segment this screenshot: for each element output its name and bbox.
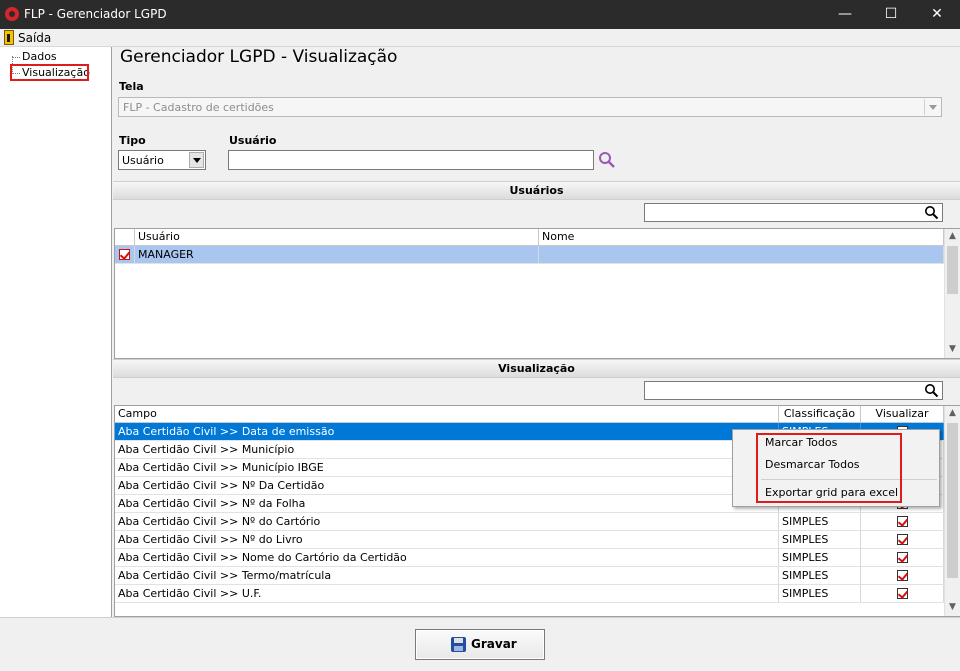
- scroll-thumb[interactable]: [947, 246, 958, 294]
- visualizar-checkbox[interactable]: [897, 570, 908, 581]
- usuarios-grid: Usuário Nome MANAGER ▲ ▼: [114, 228, 960, 359]
- floppy-disk-icon: [451, 637, 466, 652]
- minimize-button[interactable]: —: [822, 0, 868, 29]
- visualizar-checkbox[interactable]: [897, 552, 908, 563]
- table-row[interactable]: Aba Certidão Civil >> Termo/matrícula SIM…: [115, 567, 944, 585]
- cell-campo: Aba Certidão Civil >> Nome do Cartório d…: [115, 549, 779, 566]
- visualizar-checkbox[interactable]: [897, 516, 908, 527]
- cell-nome: [539, 246, 944, 263]
- scroll-up-icon[interactable]: ▲: [945, 406, 960, 421]
- cell-campo: Aba Certidão Civil >> Nº do Cartório: [115, 513, 779, 530]
- tipo-select-value: Usuário: [122, 154, 164, 167]
- usuario-label: Usuário: [229, 134, 277, 147]
- cell-classificacao: SIMPLES: [779, 549, 861, 566]
- cell-campo: Aba Certidão Civil >> Nº da Folha: [115, 495, 779, 512]
- usuarios-search-input[interactable]: [644, 203, 943, 222]
- cell-visualizar: [861, 549, 944, 566]
- row-checkbox-cell: [115, 246, 135, 263]
- usuarios-section-title: Usuários: [509, 184, 564, 197]
- scroll-down-icon[interactable]: ▼: [945, 342, 960, 357]
- table-row[interactable]: Aba Certidão Civil >> U.F. SIMPLES: [115, 585, 944, 603]
- column-header-campo[interactable]: Campo: [115, 406, 779, 423]
- cell-visualizar: [861, 567, 944, 584]
- tela-select-value: FLP - Cadastro de certidões: [123, 101, 274, 114]
- title-bar: FLP - Gerenciador LGPD — ☐ ✕: [0, 0, 960, 29]
- cell-visualizar: [861, 585, 944, 602]
- chevron-down-icon[interactable]: [189, 152, 204, 168]
- search-icon[interactable]: [924, 205, 939, 220]
- search-icon[interactable]: [924, 383, 939, 398]
- table-row[interactable]: Aba Certidão Civil >> Nº do Cartório SIMP…: [115, 513, 944, 531]
- save-button[interactable]: Gravar: [415, 629, 545, 660]
- save-button-label: Gravar: [471, 637, 517, 651]
- cell-campo: Aba Certidão Civil >> Município IBGE: [115, 459, 779, 476]
- cell-classificacao: SIMPLES: [779, 567, 861, 584]
- cell-classificacao: SIMPLES: [779, 585, 861, 602]
- column-header-usuario[interactable]: Usuário: [135, 229, 539, 246]
- cell-classificacao: SIMPLES: [779, 513, 861, 530]
- checkbox-column-header: [115, 229, 135, 246]
- visualizar-checkbox[interactable]: [897, 534, 908, 545]
- scroll-down-icon[interactable]: ▼: [945, 600, 960, 615]
- maximize-button[interactable]: ☐: [868, 0, 914, 29]
- highlight-box: [10, 64, 89, 81]
- window-title: FLP - Gerenciador LGPD: [24, 7, 167, 21]
- grid-header: Campo Classificação Visualizar: [115, 406, 944, 423]
- tipo-label: Tipo: [119, 134, 146, 147]
- column-header-classificacao[interactable]: Classificação: [779, 406, 861, 423]
- cell-campo: Aba Certidão Civil >> Município: [115, 441, 779, 458]
- magnifier-icon[interactable]: [598, 151, 616, 169]
- table-row[interactable]: Aba Certidão Civil >> Nome do Cartório d…: [115, 549, 944, 567]
- usuarios-scrollbar[interactable]: ▲ ▼: [944, 229, 960, 358]
- tela-select[interactable]: FLP - Cadastro de certidões: [118, 97, 942, 117]
- cell-campo: Aba Certidão Civil >> Nº Da Certidão: [115, 477, 779, 494]
- table-row[interactable]: Aba Certidão Civil >> Nº do Livro SIMPLES: [115, 531, 944, 549]
- menu-bar: Saída: [0, 29, 960, 47]
- tipo-select[interactable]: Usuário: [118, 150, 206, 170]
- table-row[interactable]: MANAGER: [115, 246, 944, 264]
- menu-exit[interactable]: Saída: [18, 31, 51, 45]
- visualizacao-search-input[interactable]: [644, 381, 943, 400]
- usuario-input[interactable]: [228, 150, 594, 170]
- page-title: Gerenciador LGPD - Visualização: [120, 47, 398, 67]
- cell-classificacao: SIMPLES: [779, 531, 861, 548]
- visualizacao-scrollbar[interactable]: ▲ ▼: [944, 406, 960, 616]
- cell-campo: Aba Certidão Civil >> Termo/matrícula: [115, 567, 779, 584]
- cell-visualizar: [861, 531, 944, 548]
- grid-header: Usuário Nome: [115, 229, 944, 246]
- column-header-nome[interactable]: Nome: [539, 229, 944, 246]
- exit-door-icon[interactable]: [4, 30, 14, 45]
- usuarios-section-header: Usuários: [113, 181, 960, 200]
- cell-campo: Aba Certidão Civil >> Nº do Livro: [115, 531, 779, 548]
- visualizacao-section-title: Visualização: [498, 362, 575, 375]
- highlight-box: [756, 433, 902, 503]
- visualizar-checkbox[interactable]: [897, 588, 908, 599]
- column-header-visualizar[interactable]: Visualizar: [861, 406, 944, 423]
- tela-label: Tela: [119, 80, 144, 93]
- scroll-thumb[interactable]: [947, 423, 958, 578]
- scroll-up-icon[interactable]: ▲: [945, 229, 960, 244]
- cell-usuario: MANAGER: [135, 246, 539, 263]
- row-checkbox[interactable]: [119, 249, 130, 260]
- chevron-down-icon[interactable]: [924, 99, 940, 115]
- cell-campo: Aba Certidão Civil >> Data de emissão: [115, 423, 779, 440]
- flp-logo-icon: [5, 7, 19, 21]
- tree-item-dados[interactable]: Dados: [22, 50, 57, 63]
- visualizacao-section-header: Visualização: [113, 359, 960, 378]
- cell-visualizar: [861, 513, 944, 530]
- cell-campo: Aba Certidão Civil >> U.F.: [115, 585, 779, 602]
- close-button[interactable]: ✕: [914, 0, 960, 29]
- navigation-tree: Dados Visualização: [0, 47, 112, 617]
- tree-connector: [12, 57, 20, 58]
